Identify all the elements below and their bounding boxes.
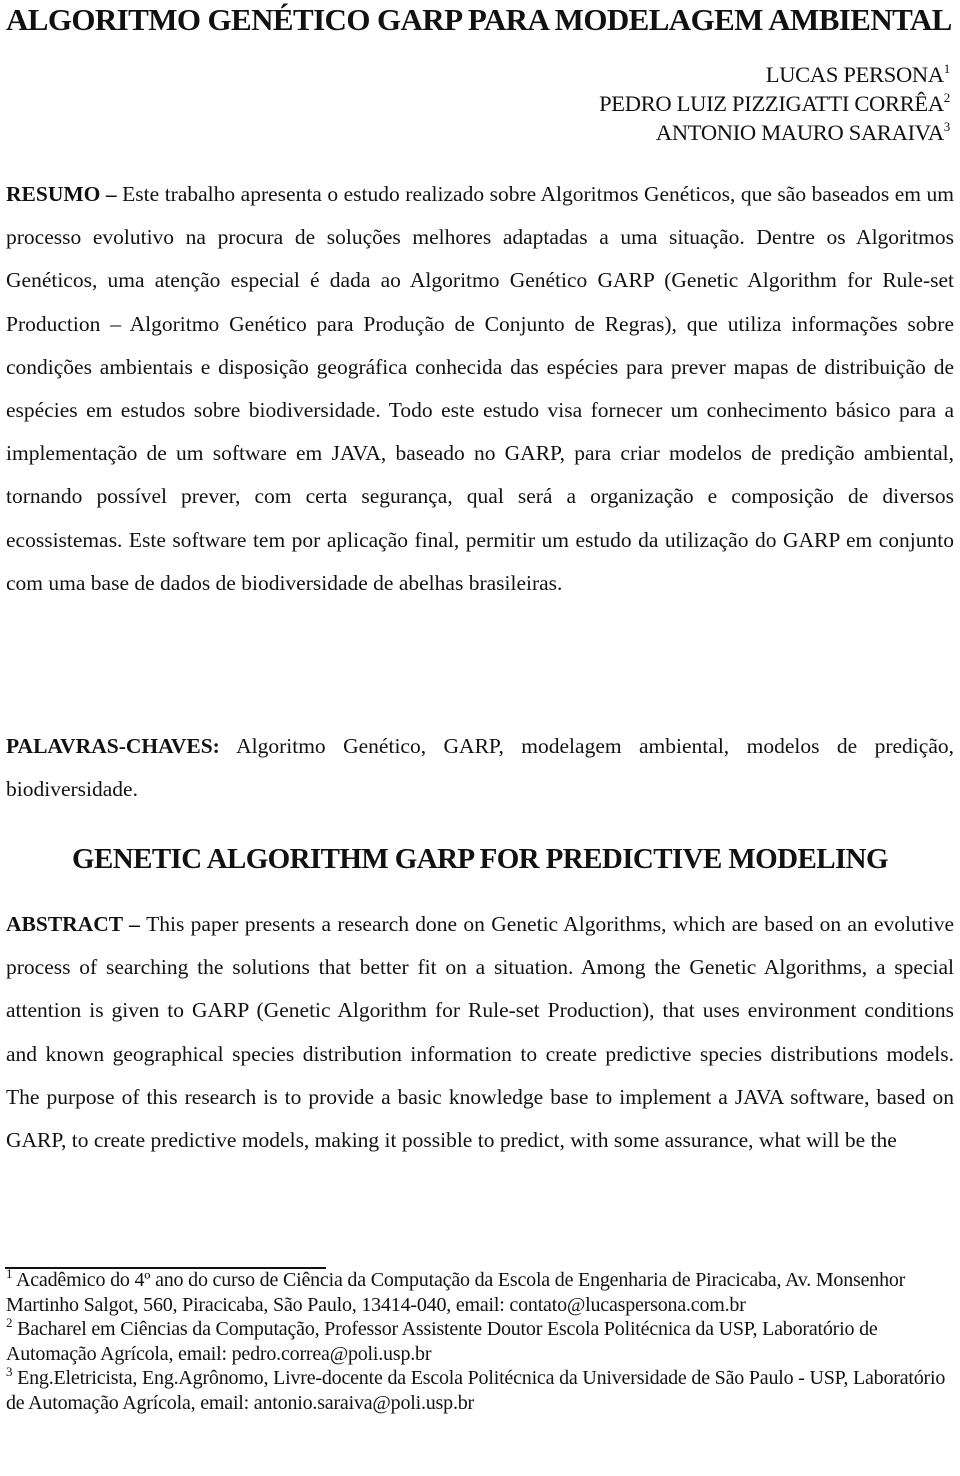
resumo-label: RESUMO [6,182,101,206]
author: ANTONIO MAURO SARAIVA3 [599,118,950,147]
abstract-dash: – [122,912,147,936]
author-name: ANTONIO MAURO SARAIVA [655,120,944,145]
keywords-paragraph: PALAVRAS-CHAVES: Algoritmo Genético, GAR… [6,725,954,811]
resumo-text: Este trabalho apresenta o estudo realiza… [6,182,954,595]
author-list: LUCAS PERSONA1 PEDRO LUIZ PIZZIGATTI COR… [599,60,950,147]
author: LUCAS PERSONA1 [599,60,951,89]
abstract-paragraph: ABSTRACT – This paper presents a researc… [6,903,954,1162]
author-name: LUCAS PERSONA [765,62,944,87]
footnote-text: Acadêmico do 4º ano do curso de Ciência … [6,1269,906,1316]
english-title: GENETIC ALGORITHM GARP FOR PREDICTIVE MO… [72,843,889,875]
footnote-text: Eng.Eletricista, Eng.Agrônomo, Livre-doc… [6,1367,946,1414]
paper-title: ALGORITMO GENÉTICO GARP PARA MODELAGEM A… [6,2,952,37]
keywords-label: PALAVRAS-CHAVES: [6,734,220,758]
resumo-paragraph: RESUMO – Este trabalho apresenta o estud… [6,173,954,605]
footnote: 2 Bacharel em Ciências da Computação, Pr… [6,1316,954,1366]
footnotes: 1 Acadêmico do 4º ano do curso de Ciênci… [6,1267,954,1416]
footnote-marker: 2 [943,90,951,105]
author: PEDRO LUIZ PIZZIGATTI CORRÊA2 [599,89,950,118]
footnote-text: Bacharel em Ciências da Computação, Prof… [6,1318,878,1365]
resumo-dash: – [100,182,123,206]
footnote-marker: 3 [943,119,951,134]
footnote: 1 Acadêmico do 4º ano do curso de Ciênci… [6,1267,954,1317]
abstract-text: This paper presents a research done on G… [6,912,955,1153]
footnote: 3 Eng.Eletricista, Eng.Agrônomo, Livre-d… [6,1365,954,1415]
abstract-label: ABSTRACT [6,912,123,936]
footnote-marker: 1 [943,61,951,76]
author-name: PEDRO LUIZ PIZZIGATTI CORRÊA [599,91,944,116]
